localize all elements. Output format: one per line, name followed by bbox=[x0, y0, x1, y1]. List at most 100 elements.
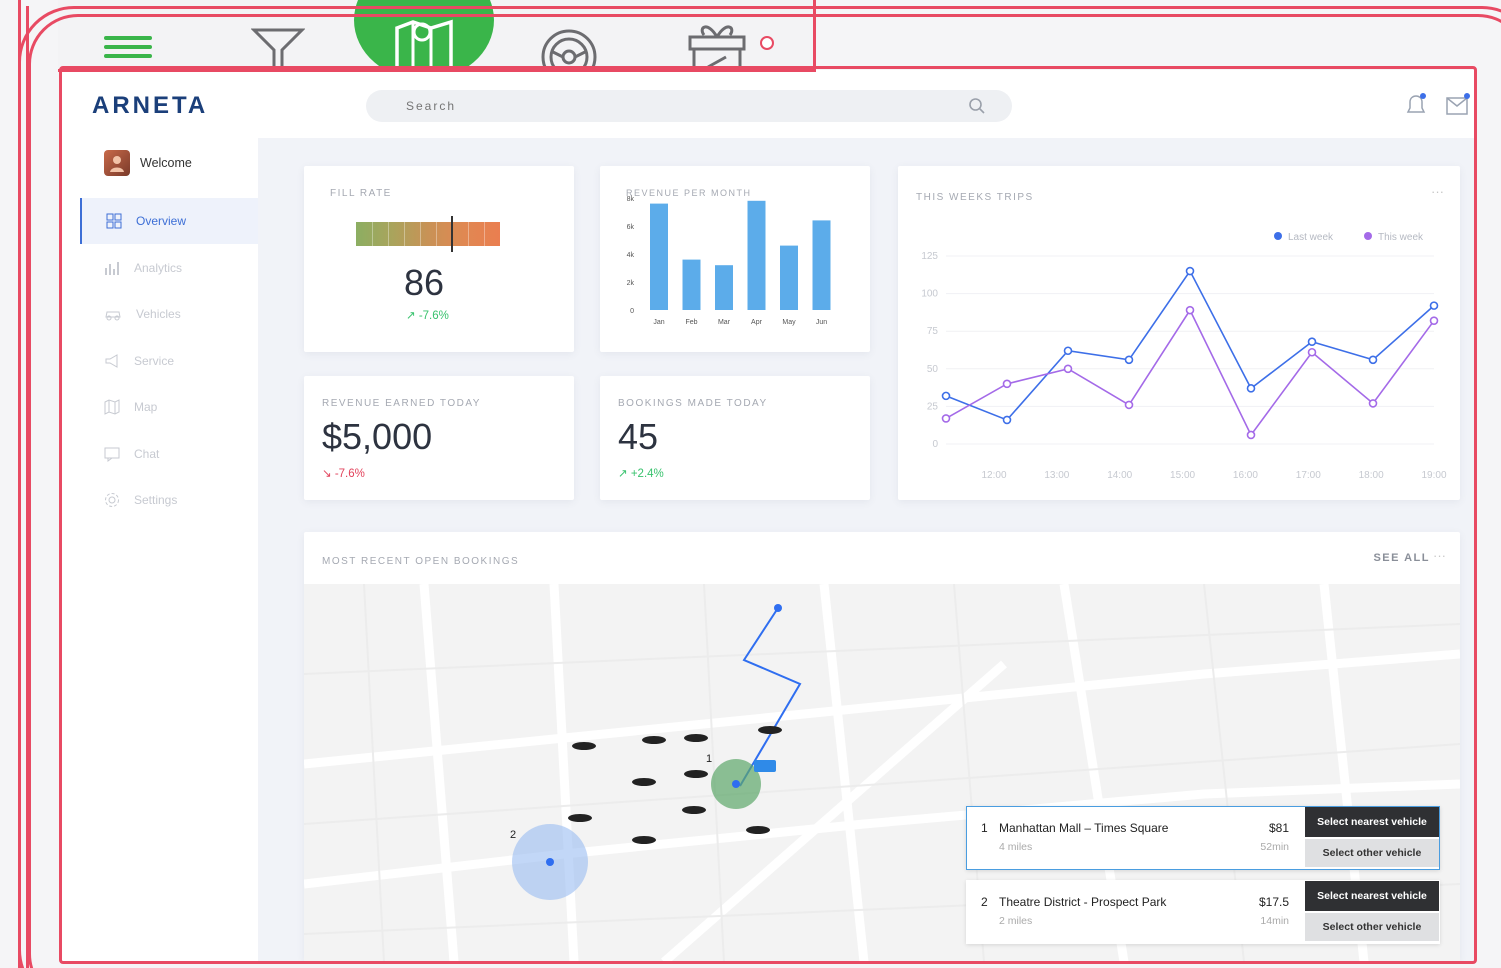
grid-icon bbox=[106, 213, 122, 229]
sidebar-item-label: Chat bbox=[134, 446, 160, 461]
menu-icon[interactable] bbox=[104, 30, 152, 64]
legend-marker bbox=[1364, 232, 1372, 240]
steering-wheel-icon[interactable] bbox=[538, 24, 600, 70]
x-tick-label: 14:00 bbox=[1107, 470, 1132, 481]
revenue-bar bbox=[682, 259, 701, 310]
map-icon bbox=[104, 399, 120, 415]
data-point bbox=[941, 414, 951, 423]
y-tick-label: 4k bbox=[627, 252, 635, 259]
x-tick-label: May bbox=[782, 319, 796, 326]
brand-logo[interactable]: ARNETA bbox=[92, 92, 208, 120]
data-point bbox=[1368, 399, 1378, 408]
sidebar: Welcome Overview Analytics Vehicles Service… bbox=[62, 138, 258, 962]
pickup-marker-2[interactable] bbox=[546, 858, 554, 866]
data-point bbox=[1063, 346, 1073, 356]
sidebar-item-analytics[interactable]: Analytics bbox=[80, 245, 258, 291]
trips-line-chart: 0 25 50 75 100 125 12:00 13:00 14:00 15:00 16:00 17… bbox=[921, 232, 1447, 481]
car-icon[interactable] bbox=[642, 736, 666, 744]
sidebar-item-label: Vehicles bbox=[136, 307, 181, 321]
booking-eta: 14min bbox=[1260, 915, 1289, 927]
y-tick-label: 25 bbox=[927, 401, 939, 412]
booking-price: $81 bbox=[1268, 821, 1289, 835]
sidebar-item-label: Analytics bbox=[134, 260, 183, 275]
booking-distance: 4 miles bbox=[999, 841, 1033, 853]
filter-icon[interactable] bbox=[250, 26, 306, 70]
sidebar-item-label: Overview bbox=[136, 214, 187, 228]
mail-icon[interactable] bbox=[1445, 92, 1471, 121]
sidebar-item-overview[interactable]: Overview bbox=[80, 198, 258, 244]
recent-more-icon[interactable]: ··· bbox=[1433, 548, 1446, 563]
sidebar-item-map[interactable]: Map bbox=[80, 384, 258, 430]
see-all-link[interactable]: SEE ALL bbox=[1373, 552, 1430, 564]
fill-rate-delta: ↗ -7.6% bbox=[406, 310, 449, 322]
car-icon[interactable] bbox=[632, 778, 656, 786]
sidebar-item-chat[interactable]: Chat bbox=[80, 431, 258, 477]
fill-rate-value: 86 bbox=[404, 262, 445, 303]
gauge-divider bbox=[420, 222, 421, 246]
gift-icon[interactable] bbox=[686, 18, 748, 70]
megaphone-icon bbox=[104, 353, 120, 369]
booking-route: Manhattan Mall – Times Square bbox=[999, 821, 1169, 835]
booking-row[interactable]: 1 Manhattan Mall – Times Square 4 miles … bbox=[966, 806, 1440, 870]
gauge-needle bbox=[451, 216, 454, 252]
revenue-per-month-card: REVENUE PER MONTH 0 2k 4k 6k 8k Jan Feb Mar Apr M… bbox=[600, 166, 870, 352]
select-nearest-vehicle-button[interactable]: Select nearest vehicle bbox=[1305, 807, 1439, 837]
route-start-marker[interactable] bbox=[774, 604, 782, 612]
data-point bbox=[1185, 266, 1195, 276]
top-icon-bar bbox=[58, 0, 814, 70]
recent-bookings-card: MOST RECENT OPEN BOOKINGS SEE ALL ··· 1 … bbox=[304, 532, 1460, 962]
select-other-vehicle-button[interactable]: Select other vehicle bbox=[1305, 839, 1439, 867]
bookings-today-value: 45 bbox=[618, 416, 659, 457]
booking-distance: 2 miles bbox=[999, 915, 1033, 927]
car-icon[interactable] bbox=[746, 826, 770, 834]
main-content: FILL RATE 86 ↗ -7.6% REVENUE PER MONTH 0 bbox=[258, 138, 1474, 962]
gauge-divider bbox=[468, 222, 469, 246]
x-tick-label: 16:00 bbox=[1233, 470, 1258, 481]
car-icon[interactable] bbox=[572, 742, 596, 750]
gauge-divider bbox=[436, 222, 437, 246]
select-nearest-vehicle-button[interactable]: Select nearest vehicle bbox=[1305, 881, 1439, 911]
pickup-marker-1[interactable] bbox=[732, 780, 740, 788]
x-tick-label: 13:00 bbox=[1044, 470, 1069, 481]
x-tick-label: Apr bbox=[751, 319, 763, 326]
series-line-this-week bbox=[945, 308, 1435, 437]
bell-icon[interactable] bbox=[1404, 92, 1428, 123]
booking-row[interactable]: 2 Theatre District - Prospect Park 2 mil… bbox=[966, 880, 1440, 944]
welcome-text: Welcome bbox=[140, 156, 192, 170]
select-other-vehicle-button[interactable]: Select other vehicle bbox=[1305, 913, 1439, 941]
y-tick-label: 0 bbox=[630, 308, 634, 315]
user-welcome[interactable]: Welcome bbox=[104, 150, 192, 176]
car-icon[interactable] bbox=[684, 770, 708, 778]
truck-icon[interactable] bbox=[754, 760, 776, 772]
bookings-map[interactable]: 1 2 1 Manhattan Mall – Times Square 4 mi… bbox=[304, 584, 1460, 962]
revenue-today-title: REVENUE EARNED TODAY bbox=[322, 398, 481, 409]
car-icon[interactable] bbox=[682, 806, 706, 814]
y-tick-label: 75 bbox=[927, 326, 939, 337]
weekly-trips-card: THIS WEEKS TRIPS ··· 0 25 50 75 100 125 12:00 1… bbox=[898, 166, 1460, 500]
car-icon[interactable] bbox=[632, 836, 656, 844]
avatar[interactable] bbox=[104, 150, 130, 176]
revenue-today-delta: ↘ -7.6% bbox=[322, 468, 365, 480]
legend-label: Last week bbox=[1288, 232, 1334, 243]
car-icon[interactable] bbox=[758, 726, 782, 734]
search-bar[interactable] bbox=[366, 90, 1012, 122]
sidebar-item-settings[interactable]: Settings bbox=[80, 477, 258, 523]
y-tick-label: 8k bbox=[627, 196, 635, 203]
revenue-bar bbox=[715, 265, 733, 310]
map-icon[interactable] bbox=[354, 0, 494, 70]
car-icon[interactable] bbox=[684, 734, 708, 742]
sidebar-item-vehicles[interactable]: Vehicles bbox=[80, 291, 258, 337]
data-point bbox=[1002, 415, 1012, 425]
car-icon[interactable] bbox=[568, 814, 592, 822]
sidebar-item-service[interactable]: Service bbox=[80, 338, 258, 384]
bookings-today-card: BOOKINGS MADE TODAY 45 ↗ +2.4% bbox=[600, 376, 870, 500]
x-tick-label: 17:00 bbox=[1296, 470, 1321, 481]
y-tick-label: 100 bbox=[921, 289, 938, 300]
bar-chart-icon bbox=[104, 260, 120, 276]
booking-number: 1 bbox=[981, 821, 988, 835]
search-icon[interactable] bbox=[968, 97, 986, 120]
legend-marker bbox=[1274, 232, 1282, 240]
y-tick-label: 6k bbox=[627, 224, 635, 231]
search-input[interactable] bbox=[406, 90, 926, 122]
data-point bbox=[1246, 430, 1256, 440]
